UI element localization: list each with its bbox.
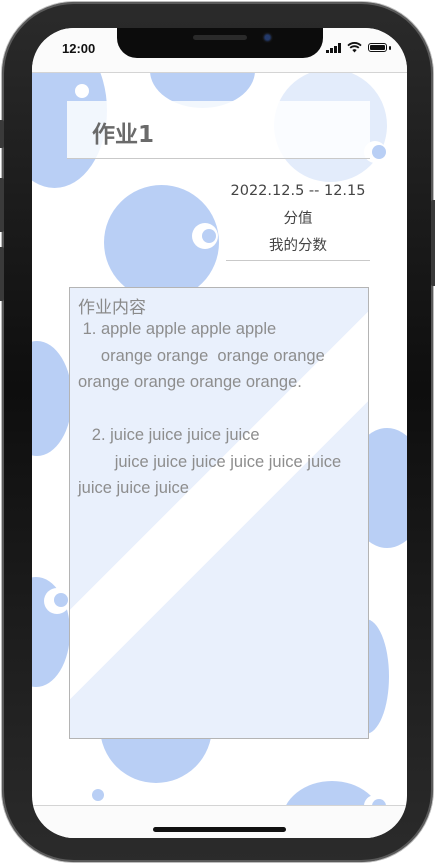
home-indicator[interactable]: [153, 827, 286, 832]
home-bar-area: [32, 805, 407, 838]
wifi-icon: [347, 42, 362, 53]
volume-down-button: [0, 247, 4, 301]
front-camera: [262, 32, 273, 43]
bubble-dot: [202, 229, 216, 243]
content-text: 1. apple apple apple apple orange orange…: [78, 320, 342, 497]
battery-icon: [368, 43, 387, 52]
status-bar-divider: [32, 72, 407, 73]
volume-up-button: [0, 178, 4, 232]
bubble-dot: [372, 643, 386, 657]
title-bar: 作业1: [67, 101, 370, 159]
status-time: 12:00: [62, 41, 96, 56]
assignment-meta: 2022.12.5 -- 12.15 分值 我的分数: [226, 178, 370, 261]
battery-tip: [389, 45, 391, 50]
bubble: [32, 341, 72, 456]
speaker-grille: [193, 35, 247, 40]
status-icons: [326, 42, 391, 53]
date-range: 2022.12.5 -- 12.15: [230, 183, 366, 199]
content-label: 作业内容: [78, 298, 146, 318]
cellular-signal-icon: [326, 42, 341, 53]
notch: [117, 28, 323, 58]
bubble-dot: [54, 593, 68, 607]
screen: 12:00 作业1 2022.12.5 -- 12.15 分值 我的分数 作业内…: [32, 28, 407, 838]
page-title: 作业1: [92, 122, 155, 148]
bubble-dot: [372, 145, 386, 159]
mute-switch: [0, 120, 4, 148]
bubble-dot: [92, 789, 104, 801]
bubble-dot: [75, 84, 89, 98]
power-button: [431, 200, 435, 286]
assignment-content-box[interactable]: 作业内容 1. apple apple apple apple orange o…: [69, 287, 369, 739]
my-score-label: 我的分数: [226, 234, 370, 261]
score-label: 分值: [283, 211, 313, 227]
phone-frame: 12:00 作业1 2022.12.5 -- 12.15 分值 我的分数 作业内…: [0, 2, 435, 862]
